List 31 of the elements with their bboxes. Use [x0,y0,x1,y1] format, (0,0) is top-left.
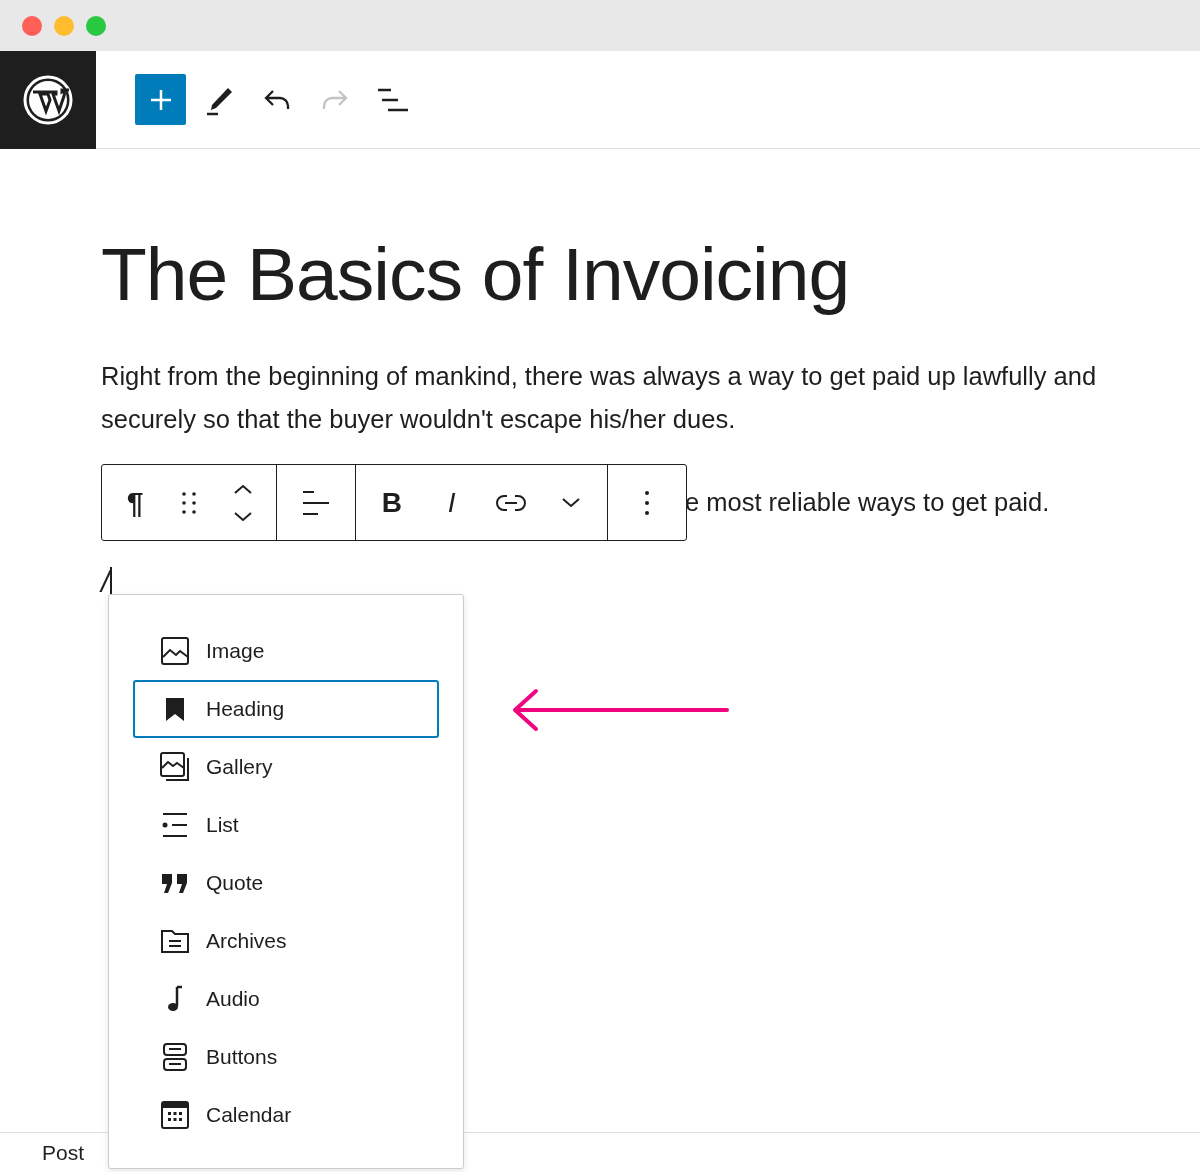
buttons-icon [160,1042,190,1072]
italic-button[interactable]: I [433,478,470,527]
link-icon [496,492,527,513]
site-logo-button[interactable] [0,50,96,149]
logo-icon [23,74,73,125]
bold-button[interactable]: B [373,478,410,527]
chevron-down-icon [561,496,582,509]
image-icon [160,636,190,666]
add-block-button[interactable] [135,74,186,125]
block-option[interactable]: Buttons [133,1028,439,1086]
block-option[interactable]: List [133,796,439,854]
block-option[interactable]: Quote [133,854,439,912]
gallery-icon [160,752,190,782]
more-options-icon [644,489,650,516]
align-left-icon [302,489,330,516]
block-option[interactable]: Archives [133,912,439,970]
list-icon [160,810,190,840]
block-option[interactable]: Audio [133,970,439,1028]
block-option[interactable]: Image [133,622,439,680]
block-option[interactable]: Calendar [133,1086,439,1144]
block-option[interactable]: Gallery [133,738,439,796]
post-title[interactable]: The Basics of Invoicing [101,229,1140,319]
list-view-icon [376,87,409,112]
paragraph[interactable]: Right from the beginning of mankind, there was always a way to get paid up lawfully and securely so that the buyer wouldn't escape his/her dues. [101,355,1106,441]
block-option[interactable]: Heading [133,680,439,738]
breadcrumb-link[interactable]: Post [42,1136,85,1169]
drag-handle-icon [179,489,199,516]
move-up-down-icon [232,482,254,523]
calendar-icon [160,1100,190,1130]
plus-icon [149,88,172,111]
block-type-button[interactable]: ¶ [117,478,153,527]
